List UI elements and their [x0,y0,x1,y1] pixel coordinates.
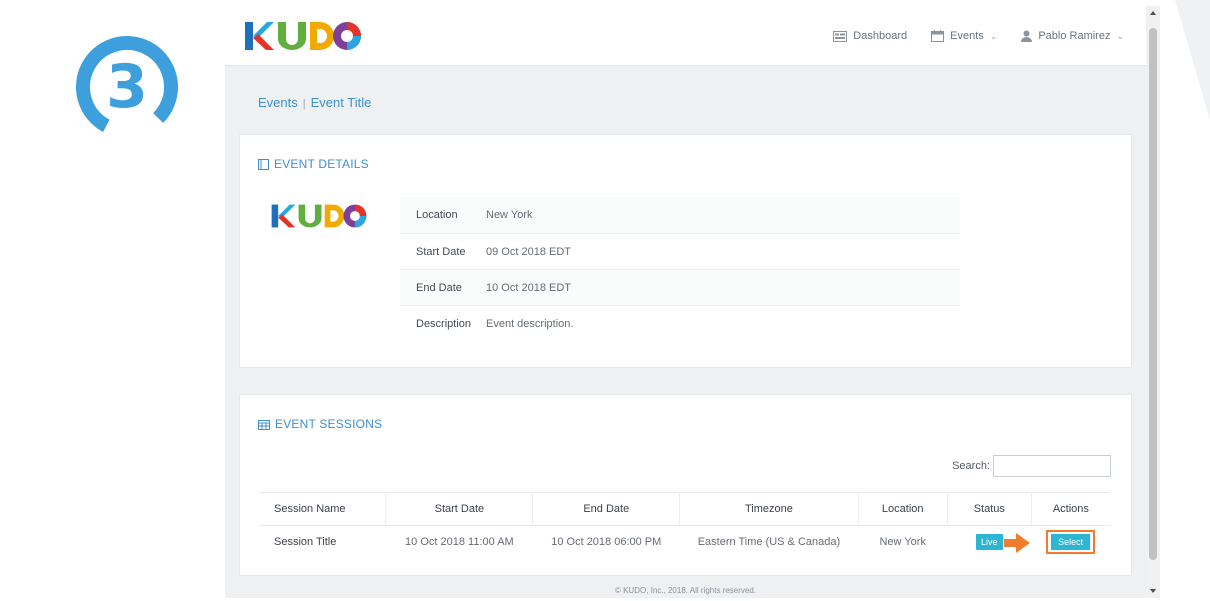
breadcrumb-separator: | [302,98,306,110]
breadcrumb-events-link[interactable]: Events [258,95,298,110]
detail-row-description: Description Event description. [400,305,960,341]
top-nav: Dashboard Events ⌄ Pablo Ramirez ⌄ [809,6,1124,66]
status-badge: Live [976,534,1003,551]
session-start: 10 Oct 2018 11:00 AM [405,536,514,549]
breadcrumb-current: Event Title [310,95,372,110]
event-details-title-text: EVENT DETAILS [274,157,369,171]
session-name: Session Title [274,536,337,549]
nav-dashboard-label: Dashboard [853,30,908,42]
chevron-down-icon: ⌄ [989,30,998,41]
session-actions-cell: Select [1004,526,1110,559]
sessions-table: Session Name Start Date End Date Timezon… [260,492,1110,559]
detail-row-end-date: End Date 10 Oct 2018 EDT [400,269,960,305]
calendar-icon [931,30,945,42]
search-label: Search: [952,460,990,472]
step-badge: 3 [72,32,182,142]
session-end: 10 Oct 2018 06:00 PM [551,536,662,549]
detail-label: Description [416,317,472,330]
detail-label: Start Date [416,245,466,258]
chevron-down-icon: ⌄ [1116,30,1124,41]
col-start-date[interactable]: Start Date [385,492,534,526]
breadcrumb: Events | Event Title [258,95,371,110]
scroll-down-arrow-icon[interactable] [1150,589,1156,593]
app-window: Dashboard Events ⌄ Pablo Ramirez ⌄ Event… [225,6,1160,598]
screenshot-canvas: 3 Dashboard Events ⌄ Pablo Ramirez ⌄ Eve… [0,0,1210,601]
detail-row-start-date: Start Date 09 Oct 2018 EDT [400,233,960,269]
scroll-thumb[interactable] [1149,28,1157,560]
detail-value: 09 Oct 2018 EDT [486,245,571,258]
calendar-icon [258,419,270,430]
scroll-up-arrow-icon[interactable] [1150,11,1156,15]
nav-user-label: Pablo Ramirez [1038,30,1111,42]
detail-label: End Date [416,281,462,294]
top-navbar: Dashboard Events ⌄ Pablo Ramirez ⌄ [225,6,1146,66]
session-location: New York [879,536,926,549]
search-input[interactable] [993,455,1111,477]
event-logo [271,204,367,228]
select-session-button[interactable]: Select [1051,534,1091,551]
event-details-title: EVENT DETAILS [258,157,369,171]
table-header-row: Session Name Start Date End Date Timezon… [260,492,1110,526]
table-row: Session Title 10 Oct 2018 11:00 AM 10 Oc… [260,526,1110,559]
nav-dashboard[interactable]: Dashboard [833,30,907,42]
detail-value: New York [486,209,533,221]
col-status[interactable]: Status [947,492,1032,526]
nav-events-label: Events [950,30,984,42]
event-details-panel: EVENT DETAILS Location New York Start Da… [239,134,1132,368]
vertical-scrollbar[interactable] [1146,6,1160,598]
decorative-corner [1175,0,1210,120]
event-sessions-title-text: EVENT SESSIONS [275,417,383,431]
col-actions: Actions [1031,492,1110,526]
event-details-list: Location New York Start Date 09 Oct 2018… [400,197,960,341]
event-sessions-panel: EVENT SESSIONS Search: Session Name Star… [239,394,1132,576]
detail-value: Event description. [486,317,574,330]
session-timezone: Eastern Time (US & Canada) [697,536,841,549]
event-sessions-title: EVENT SESSIONS [258,417,382,431]
col-end-date[interactable]: End Date [532,492,681,526]
user-icon [1021,30,1033,42]
select-highlight: Select [1046,530,1096,555]
nav-events[interactable]: Events ⌄ [931,30,997,42]
col-location[interactable]: Location [858,492,948,526]
dashboard-icon [833,30,848,42]
arrow-right-icon [1004,533,1031,553]
sessions-search: Search: [952,455,1111,477]
detail-label: Location [416,209,458,221]
detail-value: 10 Oct 2018 EDT [486,281,571,294]
footer-copyright: © KUDO, Inc., 2018. All rights reserved. [614,586,757,595]
step-number: 3 [106,52,148,122]
detail-row-location: Location New York [400,197,960,233]
kudo-logo[interactable] [243,18,363,54]
col-timezone[interactable]: Timezone [679,492,859,526]
col-session-name[interactable]: Session Name [260,492,387,526]
panel-book-icon [258,158,269,170]
nav-user-menu[interactable]: Pablo Ramirez ⌄ [1021,30,1124,42]
